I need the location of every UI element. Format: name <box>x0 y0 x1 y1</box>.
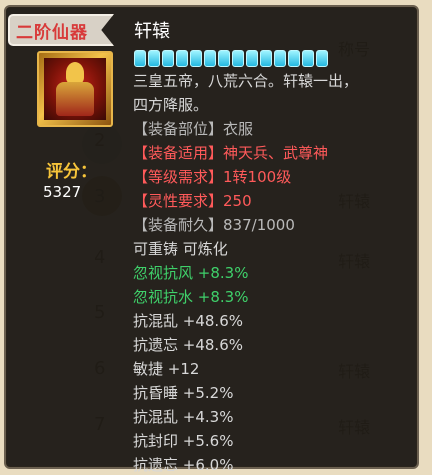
attribute-value: 1转100级 <box>223 168 292 186</box>
attribute-label: 【装备耐久】 <box>133 216 224 234</box>
attribute-row: 【灵性要求】250 <box>133 190 252 211</box>
attribute-value: 837/1000 <box>223 216 295 234</box>
grade-tag-label: 二阶仙器 <box>16 23 88 43</box>
attribute-row: 【装备耐久】837/1000 <box>133 214 295 235</box>
stat-line: 抗混乱 +4.3% <box>133 408 234 426</box>
score-value: 5327 <box>43 183 82 201</box>
durability-segment <box>302 50 314 67</box>
attribute-value: 衣服 <box>223 120 254 138</box>
stat-line: 抗遗忘 +6.0% <box>133 456 234 474</box>
item-icon[interactable] <box>37 51 113 127</box>
item-name: 轩辕 <box>134 21 170 42</box>
attribute-label: 【等级需求】 <box>133 168 224 186</box>
attribute-value: 神天兵、武尊神 <box>223 144 329 162</box>
stat-line: 忽视抗水 +8.3% <box>133 288 249 306</box>
stat-line: 忽视抗风 +8.3% <box>133 264 249 282</box>
grade-tag: 二阶仙器 <box>8 14 114 46</box>
item-description-line: 四方降服。 <box>133 96 209 114</box>
durability-segment <box>148 50 160 67</box>
durability-segment <box>274 50 286 67</box>
durability-segment <box>204 50 216 67</box>
durability-segment <box>288 50 300 67</box>
durability-bar <box>134 50 334 67</box>
durability-segment <box>134 50 146 67</box>
durability-segment <box>260 50 272 67</box>
durability-segment <box>246 50 258 67</box>
durability-segment <box>176 50 188 67</box>
durability-segment <box>218 50 230 67</box>
item-tooltip: 二阶仙器 轩辕 评分： 5327 三皇五帝，八荒六合。轩辕一出， 四方降服。 【… <box>4 5 419 474</box>
attribute-label: 【灵性要求】 <box>133 192 224 210</box>
attribute-label: 【装备适用】 <box>133 144 224 162</box>
attribute-row: 【装备适用】神天兵、武尊神 <box>133 142 328 163</box>
attribute-value: 250 <box>223 192 252 210</box>
stat-line: 敏捷 +12 <box>133 360 200 378</box>
score-label: 评分： <box>46 162 97 182</box>
attribute-label: 【装备部位】 <box>133 120 224 138</box>
attribute-row: 【等级需求】1转100级 <box>133 166 291 187</box>
armor-icon <box>44 58 106 120</box>
item-flags: 可重铸 可炼化 <box>133 240 228 258</box>
durability-segment <box>316 50 328 67</box>
durability-segment <box>190 50 202 67</box>
item-description-line: 三皇五帝，八荒六合。轩辕一出， <box>133 72 359 90</box>
stat-line: 抗封印 +5.6% <box>133 432 234 450</box>
stat-line: 抗混乱 +48.6% <box>133 312 243 330</box>
durability-segment <box>162 50 174 67</box>
stat-line: 抗遗忘 +48.6% <box>133 336 243 354</box>
durability-segment <box>232 50 244 67</box>
attribute-row: 【装备部位】衣服 <box>133 118 253 139</box>
stat-line: 抗昏睡 +5.2% <box>133 384 234 402</box>
